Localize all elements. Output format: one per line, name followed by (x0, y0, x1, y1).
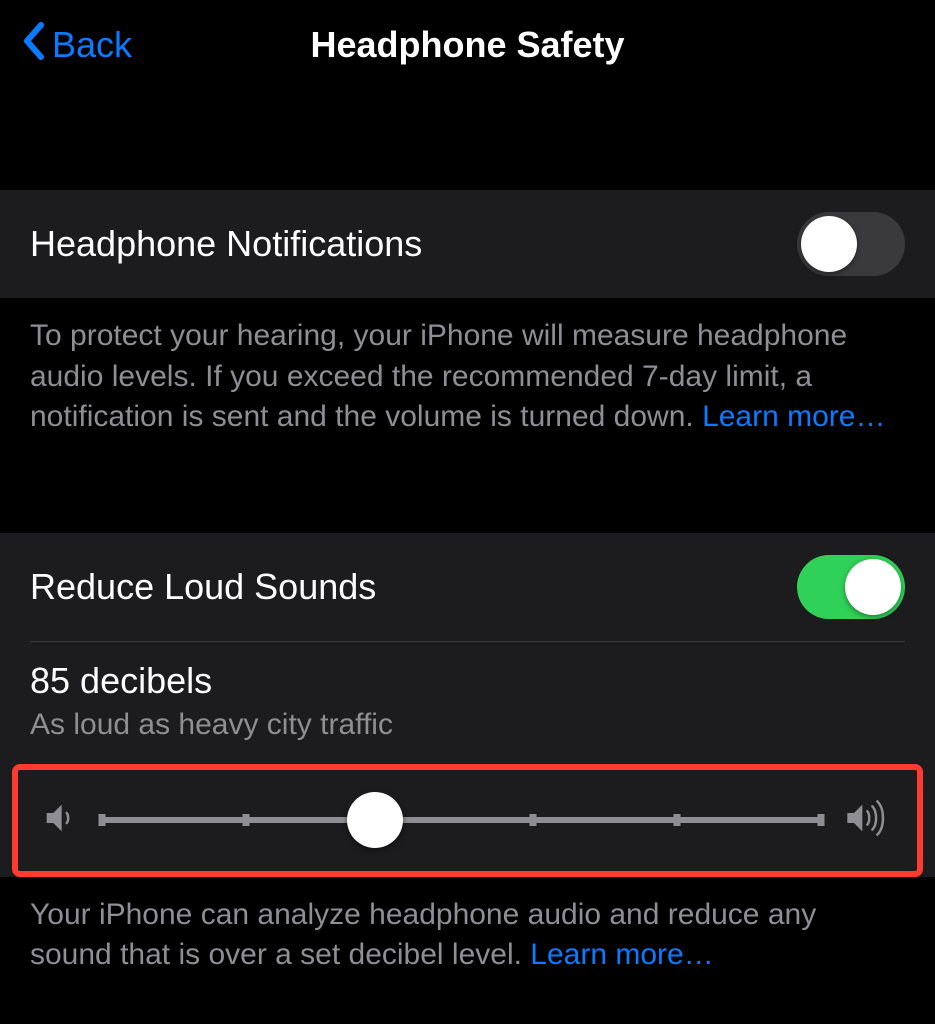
row-headphone-notifications: Headphone Notifications (0, 190, 935, 298)
headphone-notifications-label: Headphone Notifications (30, 223, 422, 265)
decibel-description: As loud as heavy city traffic (30, 708, 905, 742)
notifications-footer: To protect your hearing, your iPhone wil… (0, 298, 935, 478)
decibel-slider-highlight (12, 764, 923, 877)
section-notifications: Headphone Notifications (0, 190, 935, 298)
slider-track (102, 817, 821, 823)
slider-tick (242, 814, 249, 826)
decibel-readout: 85 decibels As loud as heavy city traffi… (0, 642, 935, 746)
section-reduce-loud-sounds: Reduce Loud Sounds 85 decibels As loud a… (0, 533, 935, 877)
reduce-footer: Your iPhone can analyze headphone audio … (0, 877, 935, 1006)
slider-tick (674, 814, 681, 826)
page-title: Headphone Safety (310, 24, 624, 66)
reduce-loud-sounds-label: Reduce Loud Sounds (30, 566, 376, 608)
decibel-slider[interactable] (102, 798, 821, 842)
volume-low-icon (40, 798, 80, 843)
chevron-left-icon (20, 21, 46, 70)
headphone-notifications-toggle[interactable] (797, 212, 905, 276)
section-gap (0, 478, 935, 533)
back-button[interactable]: Back (20, 21, 132, 70)
volume-high-icon (843, 798, 895, 843)
slider-tick (818, 814, 825, 826)
decibel-value: 85 decibels (30, 660, 905, 702)
reduce-loud-sounds-toggle[interactable] (797, 555, 905, 619)
slider-thumb[interactable] (347, 792, 403, 848)
nav-header: Back Headphone Safety (0, 0, 935, 90)
slider-tick (530, 814, 537, 826)
row-reduce-loud-sounds: Reduce Loud Sounds (0, 533, 935, 641)
spacer (0, 90, 935, 190)
toggle-knob (801, 216, 857, 272)
back-label: Back (52, 24, 132, 66)
notifications-learn-more-link[interactable]: Learn more… (702, 400, 885, 433)
toggle-knob (845, 559, 901, 615)
reduce-learn-more-link[interactable]: Learn more… (530, 938, 713, 971)
slider-tick (99, 814, 106, 826)
